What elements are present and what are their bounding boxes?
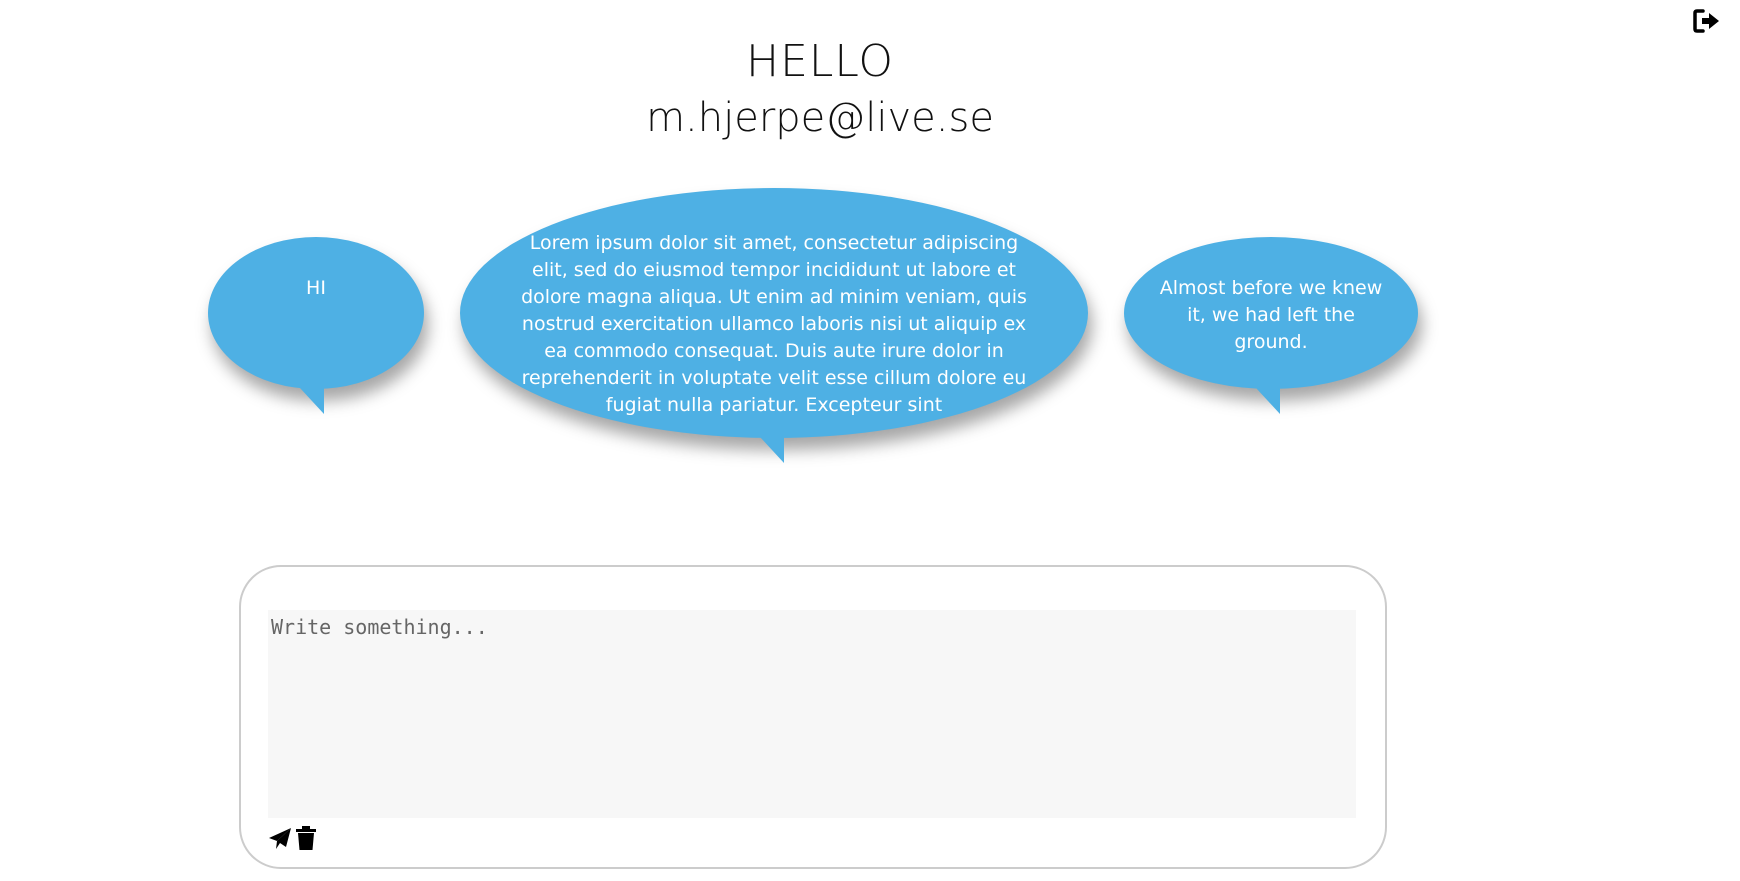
greeting-header: HELLO m.hjerpe@live.se: [0, 34, 1640, 146]
page: HELLO m.hjerpe@live.se HI Lorem ipsum do…: [0, 0, 1740, 881]
message-text: Almost before we knew it, we had left th…: [1159, 277, 1383, 353]
user-email: m.hjerpe@live.se: [646, 95, 994, 141]
message-bubble: HI: [208, 237, 424, 414]
message-input[interactable]: [268, 610, 1356, 818]
bubble-tail: [1256, 388, 1280, 414]
bubble-tail: [300, 388, 324, 414]
greeting-title: HELLO: [746, 36, 894, 87]
trash-icon[interactable]: [294, 825, 318, 851]
message-composer: [239, 565, 1387, 869]
message-text: HI: [306, 277, 326, 299]
composer-actions: [268, 825, 318, 851]
message-text: Lorem ipsum dolor sit amet, consectetur …: [521, 232, 1027, 416]
bubble-tail: [760, 437, 784, 463]
sign-out-icon[interactable]: [1692, 6, 1722, 36]
message-bubble: Almost before we knew it, we had left th…: [1124, 237, 1418, 414]
message-bubble: Lorem ipsum dolor sit amet, consectetur …: [460, 188, 1088, 463]
paper-plane-icon[interactable]: [268, 825, 292, 851]
